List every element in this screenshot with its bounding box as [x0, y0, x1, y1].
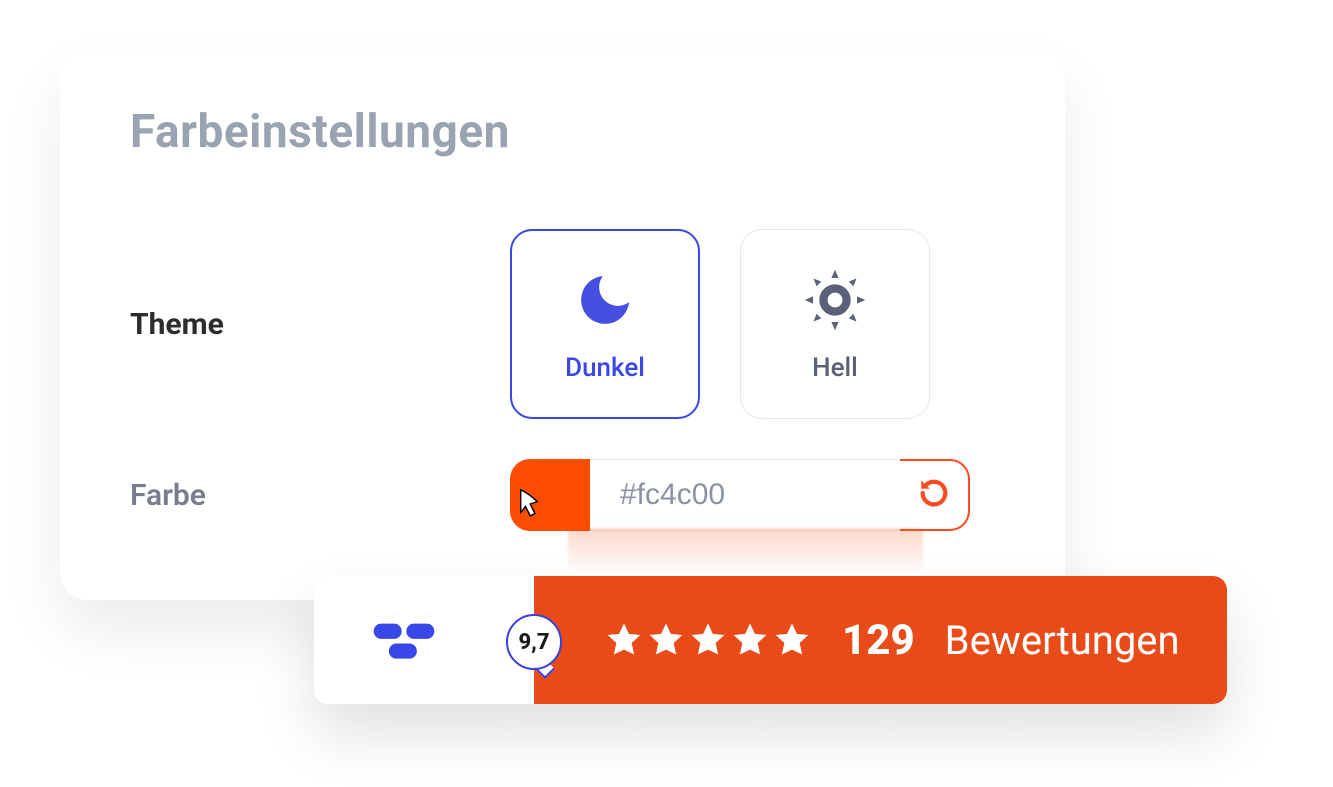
color-settings-card: Farbeinstellungen Theme Dunkel: [60, 50, 1065, 600]
star-icon: [730, 620, 770, 660]
star-icon: [688, 620, 728, 660]
rating-count: 129: [842, 616, 915, 665]
theme-option-light[interactable]: Hell: [740, 229, 930, 419]
theme-row: Theme Dunkel: [130, 229, 995, 419]
color-glow: [568, 528, 923, 574]
rating-score: 9,7: [518, 630, 549, 655]
star-icon: [772, 620, 812, 660]
color-swatch[interactable]: [510, 459, 590, 531]
rating-label: Bewertungen: [945, 617, 1180, 664]
star-icon: [646, 620, 686, 660]
color-control: [510, 459, 970, 531]
sun-icon: [800, 265, 870, 335]
color-label: Farbe: [130, 478, 510, 513]
theme-option-dark-label: Dunkel: [565, 353, 645, 383]
rating-stars: [604, 620, 812, 660]
undo-icon: [917, 476, 951, 514]
theme-options: Dunkel: [510, 229, 930, 419]
color-row: Farbe: [130, 459, 995, 531]
theme-label: Theme: [130, 307, 510, 342]
theme-option-light-label: Hell: [812, 353, 858, 383]
settings-title: Farbeinstellungen: [130, 105, 995, 159]
rating-logo-section: 9,7: [314, 576, 534, 704]
reset-color-button[interactable]: [900, 459, 970, 531]
rating-content: 129 Bewertungen: [534, 576, 1227, 704]
theme-option-dark[interactable]: Dunkel: [510, 229, 700, 419]
color-input[interactable]: [620, 478, 900, 512]
color-input-wrap: [590, 459, 900, 531]
rating-score-bubble: 9,7: [506, 614, 562, 670]
moon-icon: [570, 265, 640, 335]
star-icon: [604, 620, 644, 660]
rating-bar: 9,7 129 Bewertungen: [314, 576, 1227, 704]
brand-logo-icon: [369, 616, 439, 664]
